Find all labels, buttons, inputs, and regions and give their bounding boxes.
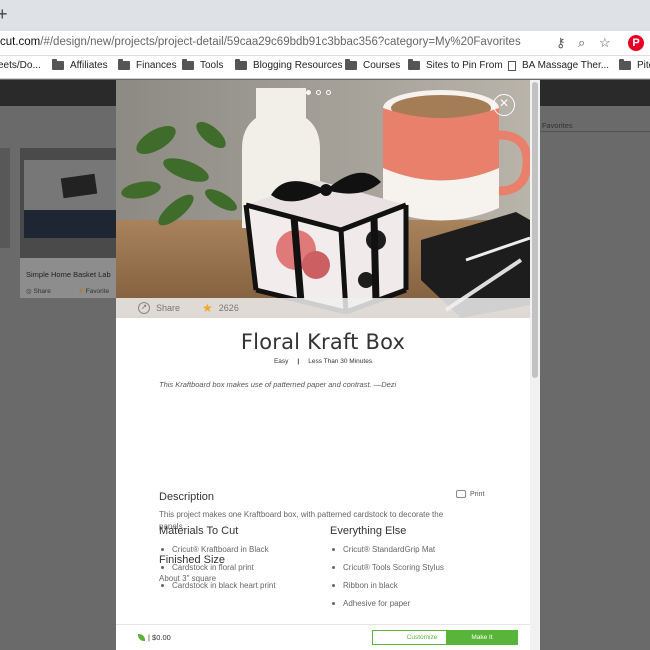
share-icon[interactable]: ↗ <box>138 302 150 314</box>
bookmark-item[interactable]: Affiliates <box>52 59 108 71</box>
folder-icon <box>619 59 631 70</box>
bookmark-label: BA Massage Ther... <box>522 60 610 71</box>
bookmark-label: Pitc <box>637 60 650 71</box>
url-host: cut.com <box>0 36 41 48</box>
basket-band <box>24 210 116 238</box>
background-card-title: Simple Home Basket Lab <box>26 270 111 279</box>
hero-photo <box>116 80 530 318</box>
bookmark-label: Blogging Resources <box>253 60 343 71</box>
star-icon[interactable]: ☆ <box>599 35 611 51</box>
bookmark-item[interactable]: Sites to Pin From <box>408 59 503 71</box>
background-card-favorite[interactable]: ★ Favorite <box>78 287 109 295</box>
bookmark-label: eets/Do... <box>0 60 41 71</box>
print-label: Print <box>470 490 485 498</box>
background-category-label: y Favorites <box>536 121 573 130</box>
background-card-share[interactable]: ◎ Share <box>26 287 51 295</box>
bookmark-item[interactable]: Finances <box>118 59 177 71</box>
modal-footer: | $0.00 Customize Make It <box>116 624 530 650</box>
materials-list: Cricut® Kraftboard in Black Cardstock in… <box>159 545 276 599</box>
background-divider <box>530 131 650 132</box>
project-detail-modal: × ↗ Share ★ 2626 Floral Kraft Box Easy | L… <box>116 80 530 650</box>
bookmark-item[interactable]: eets/Do... <box>0 60 41 71</box>
folder-icon <box>182 59 194 70</box>
make-it-button[interactable]: Make It <box>446 630 518 645</box>
folder-icon <box>408 59 420 70</box>
bookmark-item[interactable]: Blogging Resources <box>235 59 343 71</box>
bookmark-item[interactable]: BA Massage Ther... <box>508 60 609 71</box>
carousel-dot[interactable] <box>306 90 311 95</box>
bookmark-label: Finances <box>136 60 177 71</box>
list-item: Cardstock in black heart print <box>159 581 276 599</box>
list-item: Cricut® StandardGrip Mat <box>330 545 444 563</box>
meta-separator: | <box>297 358 300 365</box>
bookmark-label: Sites to Pin From <box>426 60 503 71</box>
background-card-left <box>0 148 10 248</box>
list-item: Cricut® Tools Scoring Stylus <box>330 563 444 581</box>
share-label: Share <box>33 288 51 295</box>
browser-tab-bar: + <box>0 0 650 31</box>
project-title: Floral Kraft Box <box>240 330 406 354</box>
zoom-icon[interactable]: ⌕ <box>578 35 585 51</box>
cricut-access-icon <box>138 634 145 641</box>
list-item: Cardstock in floral print <box>159 563 276 581</box>
difficulty-label: Easy <box>273 358 289 365</box>
time-label: Less Than 30 Minutes <box>308 358 373 365</box>
list-item: Ribbon in black <box>330 581 444 599</box>
materials-heading: Materials To Cut <box>159 525 239 537</box>
everything-else-heading: Everything Else <box>330 525 407 537</box>
bookmark-item[interactable]: Pitc <box>619 59 650 71</box>
address-bar[interactable]: cut.com/#/design/new/projects/project-de… <box>0 31 650 56</box>
folder-icon <box>345 59 357 70</box>
folder-icon <box>235 59 247 70</box>
price-display: | $0.00 <box>138 633 171 642</box>
share-bar: ↗ Share ★ 2626 <box>116 298 530 318</box>
new-tab-button[interactable]: + <box>0 4 8 25</box>
background-card-image <box>20 148 120 258</box>
list-item: Adhesive for paper <box>330 599 444 617</box>
bookmarks-bar: eets/Do... Affiliates Finances Tools Blo… <box>0 56 650 79</box>
url-text[interactable]: cut.com/#/design/new/projects/project-de… <box>0 36 521 48</box>
project-tagline: This Kraftboard box makes use of pattern… <box>159 380 397 389</box>
folder-icon <box>52 59 64 70</box>
folder-icon <box>118 59 130 70</box>
list-item: Cricut® Kraftboard in Black <box>159 545 276 563</box>
carousel-dots <box>306 90 331 95</box>
carousel-dot[interactable] <box>316 90 321 95</box>
bookmark-item[interactable]: Tools <box>182 59 224 71</box>
price-label: | $0.00 <box>148 633 171 642</box>
close-button[interactable]: × <box>493 94 515 116</box>
bookmark-item[interactable]: Courses <box>345 59 401 71</box>
bookmark-label: Tools <box>200 60 224 71</box>
printer-icon <box>456 490 466 498</box>
project-hero-image: × ↗ Share ★ 2626 <box>116 80 530 318</box>
project-meta: Easy | Less Than 30 Minutes <box>116 358 530 365</box>
favorite-star-icon[interactable]: ★ <box>202 301 213 315</box>
star-icon: ★ <box>78 288 84 295</box>
modal-scrollbar-thumb[interactable] <box>532 82 538 378</box>
everything-else-list: Cricut® StandardGrip Mat Cricut® Tools S… <box>330 545 444 617</box>
bookmark-label: Affiliates <box>70 60 108 71</box>
pinterest-icon[interactable]: P <box>628 35 644 51</box>
carousel-dot[interactable] <box>326 90 331 95</box>
share-button[interactable]: Share <box>156 303 180 313</box>
url-path: /#/design/new/projects/project-detail/59… <box>40 36 521 48</box>
favorite-label: Favorite <box>85 288 110 295</box>
key-icon[interactable]: ⚷ <box>556 35 566 51</box>
description-heading: Description <box>159 491 215 503</box>
bookmark-label: Courses <box>363 60 401 71</box>
print-button[interactable]: Print <box>456 490 484 498</box>
page-icon <box>508 60 516 71</box>
favorite-count: 2626 <box>218 303 239 313</box>
